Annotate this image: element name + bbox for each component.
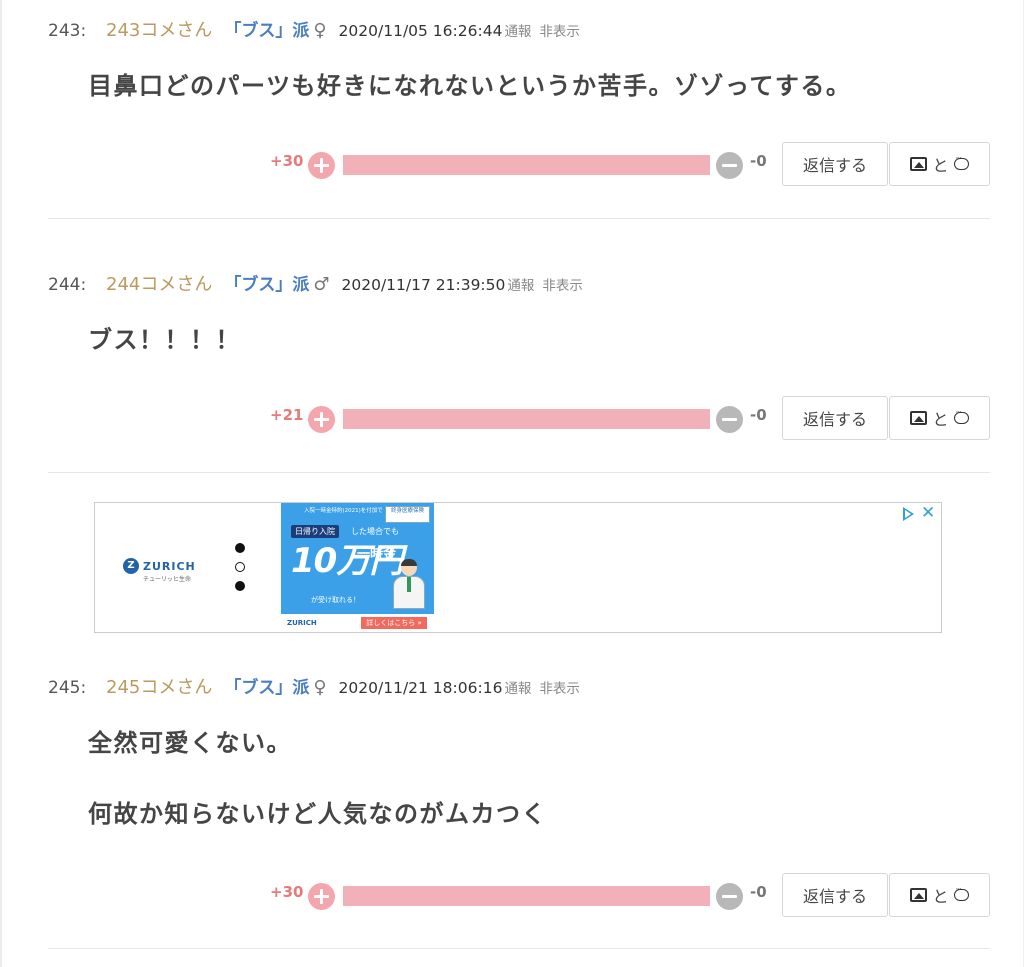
banner-footer: ZURICH 詳しくはこちら »: [281, 614, 434, 632]
zurich-logo-icon: Z: [123, 558, 139, 574]
plus-count: +30: [270, 152, 304, 170]
female-icon: ♀: [313, 677, 327, 698]
vote-area: +30 -0 返信する と: [48, 142, 990, 188]
report-link[interactable]: 通報: [504, 20, 531, 40]
comment-text-line: 全然可愛くない。: [88, 729, 292, 757]
plus-icon[interactable]: [308, 152, 335, 179]
comment-divider: [48, 948, 990, 949]
report-link[interactable]: 通報: [504, 677, 531, 697]
reply-button[interactable]: 返信する: [782, 873, 888, 917]
comment-author[interactable]: 244コメさん: [106, 270, 212, 296]
carousel-dot[interactable]: [235, 543, 245, 553]
minus-icon[interactable]: [716, 883, 743, 910]
plus-icon[interactable]: [308, 406, 335, 433]
comment-body: 全然可愛くない。 何故か知らないけど人気なのがムカつく: [88, 723, 547, 829]
banner-top-text: 入院一時金特約(2021)を付加で: [304, 508, 383, 514]
plus-count: +21: [270, 406, 304, 424]
speech-bubble-icon: [953, 408, 969, 424]
ad-banner-image[interactable]: 入院一時金特約(2021)を付加で 終身医療保険 日帰り入院 した場合でも 10…: [281, 503, 434, 632]
plus-count: +30: [270, 883, 304, 901]
image-icon: [910, 888, 928, 902]
image-icon: [910, 157, 928, 171]
vote-ratio-bar: [343, 155, 710, 175]
banner-pill: 日帰り入院: [291, 525, 339, 538]
advertisement[interactable]: Z ZURICH チューリッヒ生命 入院一時金特約(2021)を付加で 終身医療…: [94, 502, 942, 633]
minus-count: -0: [750, 406, 767, 424]
comment-date: 2020/11/21 18:06:16: [338, 679, 503, 697]
carousel-dot[interactable]: [235, 581, 245, 591]
female-icon: ♀: [313, 20, 327, 41]
comment-number[interactable]: 245:: [48, 678, 106, 698]
comment-faction: 「ブス」派: [224, 678, 310, 698]
left-border: [0, 0, 2, 967]
comment-date: 2020/11/05 16:26:44: [338, 22, 503, 40]
comment-author[interactable]: 245コメさん: [106, 673, 212, 699]
minus-icon[interactable]: [716, 406, 743, 433]
comment-text-line: 目鼻口どのパーツも好きになれないというか苦手。ゾゾってする。: [88, 72, 852, 100]
image-comment-label: と: [932, 156, 949, 175]
banner-cta-button[interactable]: 詳しくはこちら »: [361, 617, 427, 629]
vote-area: +30 -0 返信する と: [48, 873, 990, 919]
banner-lump-sum: 一時金: [357, 547, 397, 562]
minus-icon[interactable]: [716, 152, 743, 179]
comment-number[interactable]: 243:: [48, 21, 106, 41]
vote-ratio-bar: [343, 886, 710, 906]
male-icon: ♂: [313, 274, 330, 295]
comment-meta: 243: 243コメさん 「ブス」派 ♀ 2020/11/05 16:26:44…: [48, 16, 580, 42]
comment-text-line: 何故か知らないけど人気なのがムカつく: [88, 800, 547, 828]
comment-date: 2020/11/17 21:39:50: [341, 276, 506, 294]
minus-count: -0: [750, 152, 767, 170]
doctor-illustration: [393, 559, 427, 609]
report-link[interactable]: 通報: [507, 274, 534, 294]
minus-count: -0: [750, 883, 767, 901]
vote-ratio-bar: [343, 409, 710, 429]
hide-link[interactable]: 非表示: [539, 20, 580, 40]
comment-faction: 「ブス」派: [224, 21, 310, 41]
ad-close-icon[interactable]: ✕: [921, 503, 935, 523]
banner-pill-text: した場合でも: [351, 527, 399, 536]
hide-link[interactable]: 非表示: [542, 274, 583, 294]
comment-meta: 244: 244コメさん 「ブス」派 ♂ 2020/11/17 21:39:50…: [48, 270, 583, 296]
reply-button[interactable]: 返信する: [782, 142, 888, 186]
comment-body: 目鼻口どのパーツも好きになれないというか苦手。ゾゾってする。: [88, 66, 851, 101]
ad-logo-text: ZURICH: [143, 559, 196, 573]
comment-divider: [48, 218, 990, 219]
ad-logo-subtitle: チューリッヒ生命: [143, 576, 192, 583]
comment-text-line: ブス！！！！: [88, 326, 241, 354]
comment-body: ブス！！！！: [88, 320, 241, 355]
image-comment-button[interactable]: と: [889, 873, 990, 917]
carousel-dot-active[interactable]: [235, 562, 245, 572]
comment-divider: [48, 472, 990, 473]
carousel-dots[interactable]: [235, 543, 245, 600]
image-comment-label: と: [932, 887, 949, 906]
comment-author[interactable]: 243コメさん: [106, 16, 212, 42]
comment-faction: 「ブス」派: [224, 275, 310, 295]
image-icon: [910, 411, 928, 425]
hide-link[interactable]: 非表示: [539, 677, 580, 697]
reply-button[interactable]: 返信する: [782, 396, 888, 440]
banner-tag: 終身医療保険: [385, 506, 430, 523]
adchoices-icon[interactable]: [901, 506, 917, 522]
banner-subtext: が受け取れる！: [311, 596, 360, 604]
speech-bubble-icon: [953, 154, 969, 170]
image-comment-button[interactable]: と: [889, 396, 990, 440]
ad-logo[interactable]: Z ZURICH: [123, 558, 196, 574]
vote-area: +21 -0 返信する と: [48, 396, 990, 442]
speech-bubble-icon: [953, 885, 969, 901]
banner-footer-logo: ZURICH: [287, 619, 317, 627]
image-comment-button[interactable]: と: [889, 142, 990, 186]
comment-meta: 245: 245コメさん 「ブス」派 ♀ 2020/11/21 18:06:16…: [48, 673, 580, 699]
plus-icon[interactable]: [308, 883, 335, 910]
image-comment-label: と: [932, 410, 949, 429]
comment-number[interactable]: 244:: [48, 275, 106, 295]
